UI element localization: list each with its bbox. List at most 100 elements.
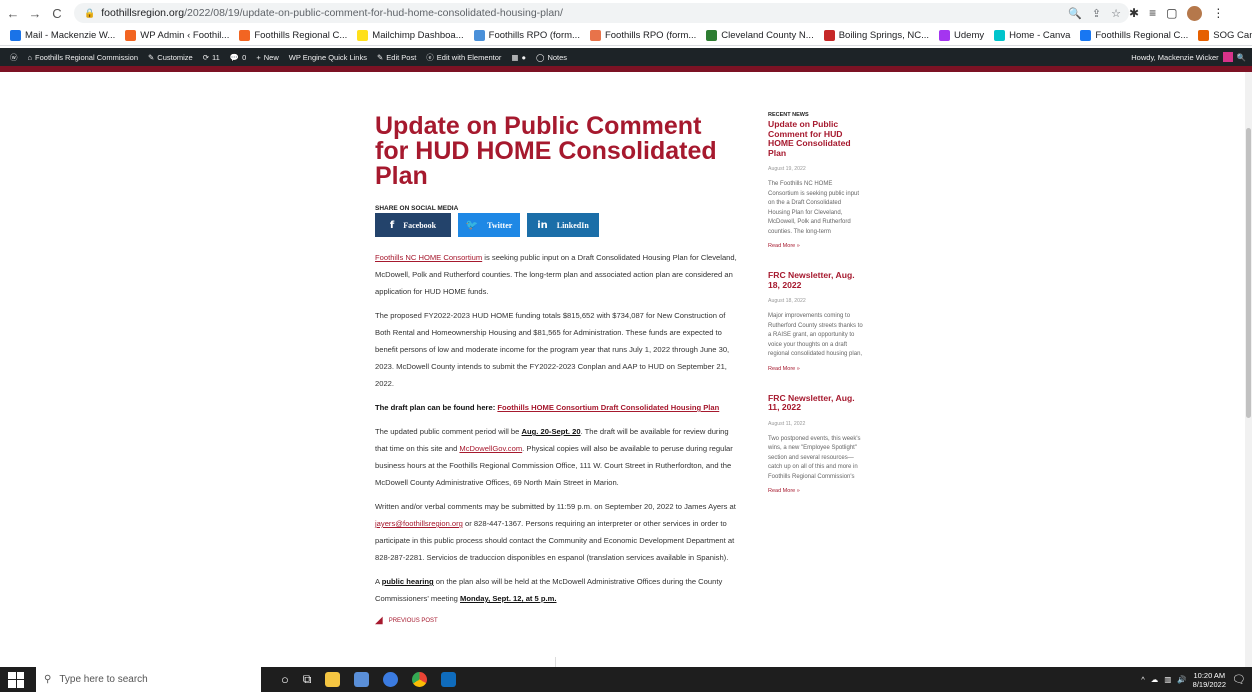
sidepanel-icon[interactable]: ▢ [1166, 6, 1177, 20]
mcdowellgov-link[interactable]: McDowellGov.com [459, 444, 522, 453]
forward-icon[interactable]: → [26, 4, 44, 22]
bookmark-favicon-icon [1080, 30, 1092, 41]
scrollbar-thumb[interactable] [1246, 128, 1251, 418]
bookmark-item[interactable]: Foothills RPO (form... [473, 30, 580, 41]
teams-icon[interactable] [383, 672, 399, 687]
bookmark-label: Cleveland County N... [721, 30, 814, 41]
clock-time: 10:20 AM [1193, 670, 1226, 680]
outlook-icon[interactable] [441, 672, 457, 687]
bookmark-item[interactable]: Foothills Regional C... [1080, 30, 1188, 41]
wp-account[interactable]: Howdy, Mackenzie Wicker 🔍 [1131, 52, 1246, 62]
windows-start-icon[interactable] [8, 671, 24, 688]
wp-extra[interactable]: ▦ ● [511, 53, 526, 62]
bookmark-item[interactable]: WP Admin ‹ Foothil... [125, 30, 229, 41]
bookmark-favicon-icon [239, 30, 251, 41]
network-icon[interactable]: ▥ [1164, 675, 1171, 684]
post-nav-divider [555, 657, 556, 667]
wp-new[interactable]: + New [256, 53, 278, 62]
bookmark-label: Foothills RPO (form... [488, 30, 580, 41]
twitter-icon: 🐦 [465, 219, 479, 231]
chevron-up-icon[interactable]: ^ [1141, 675, 1145, 684]
previous-post-link[interactable]: ◢ PREVIOUS POST [375, 615, 740, 626]
email-link[interactable]: jayers@foothillsregion.org [375, 519, 463, 528]
wp-updates[interactable]: ⟳ 11 [203, 53, 220, 62]
draft-plan-link[interactable]: Foothills HOME Consortium Draft Consolid… [497, 403, 719, 412]
bookmark-label: Mailchimp Dashboa... [372, 30, 464, 41]
chrome-icon[interactable] [412, 672, 428, 687]
file-explorer-icon[interactable] [325, 672, 341, 687]
news-item-excerpt: Major improvements coming to Rutherford … [768, 313, 863, 357]
notifications-icon[interactable]: 🗨 [1232, 673, 1246, 686]
reload-icon[interactable]: C [48, 4, 66, 22]
wp-comments[interactable]: 💬 0 [230, 53, 247, 62]
avatar [1222, 52, 1233, 62]
news-item-excerpt: The Foothills NC HOME Consortium is seek… [768, 181, 860, 235]
news-item-title[interactable]: Update on Public Comment for HUD HOME Co… [768, 119, 863, 158]
taskbar-search[interactable]: ⚲ Type here to search [36, 667, 261, 692]
page-scrollbar[interactable] [1245, 72, 1252, 667]
elementor-icon: ⓔ [426, 52, 434, 62]
bookmark-favicon-icon [706, 30, 718, 41]
plus-icon: + [256, 52, 261, 62]
address-bar[interactable]: 🔒 foothillsregion.org /2022/08/19/update… [74, 3, 1129, 23]
bookmark-label: Foothills Regional C... [1095, 30, 1189, 41]
sidebar-heading: RECENT NEWS [768, 112, 809, 118]
wp-site-link[interactable]: ⌂ Foothills Regional Commission [28, 53, 139, 62]
volume-icon[interactable]: 🔊 [1177, 675, 1186, 684]
paragraph-comments: Written and/or verbal comments may be su… [375, 502, 736, 562]
bookmark-item[interactable]: Mailchimp Dashboa... [357, 30, 464, 41]
bookmark-item[interactable]: Home - Canva [994, 30, 1070, 41]
share-twitter-button[interactable]: 🐦 Twitter [458, 213, 520, 237]
read-more-link[interactable]: Read More » [768, 366, 863, 372]
wp-notes[interactable]: ◯ Notes [536, 53, 567, 62]
wp-logo-icon[interactable]: ⓦ [10, 52, 18, 63]
home-icon: ⌂ [27, 52, 33, 62]
bookmark-favicon-icon [125, 30, 137, 41]
pencil-icon: ✎ [376, 52, 384, 62]
extensions-icon[interactable]: ✱ [1129, 6, 1139, 20]
menu-kebab-icon[interactable]: ⋮ [1212, 6, 1224, 20]
bookmark-label: Udemy [954, 30, 985, 41]
bookmark-item[interactable]: Mail - Mackenzie W... [10, 30, 115, 41]
wp-edit-post[interactable]: ✎ Edit Post [377, 53, 416, 62]
snip-icon[interactable] [354, 672, 370, 687]
back-icon[interactable]: ← [4, 4, 22, 22]
read-more-link[interactable]: Read More » [768, 243, 863, 249]
bookmark-item[interactable]: Cleveland County N... [706, 30, 814, 41]
wp-edit-elementor[interactable]: ⓔ Edit with Elementor [426, 52, 501, 63]
system-tray: ^ ☁ ▥ 🔊 10:20 AM 8/19/2022 🗨 [1141, 671, 1246, 689]
bookmark-item[interactable]: Foothills Regional C... [239, 30, 347, 41]
reading-list-icon[interactable]: ≡ [1149, 6, 1156, 20]
share-icon[interactable]: ⇪ [1092, 7, 1101, 20]
search-icon[interactable]: 🔍 [1237, 53, 1246, 62]
comment-period-dates: Aug. 20-Sept. 20 [521, 427, 581, 436]
wp-engine-links[interactable]: WP Engine Quick Links [289, 53, 367, 62]
news-item-title[interactable]: FRC Newsletter, Aug. 18, 2022 [768, 270, 863, 290]
notes-icon: ◯ [536, 52, 545, 62]
clock[interactable]: 10:20 AM 8/19/2022 [1193, 671, 1226, 689]
bookmark-favicon-icon [589, 30, 601, 41]
wp-customize[interactable]: ✎ Customize [148, 53, 193, 62]
bookmark-item[interactable]: Boiling Springs, NC... [823, 30, 929, 41]
news-item-title[interactable]: FRC Newsletter, Aug. 11, 2022 [768, 393, 863, 413]
star-icon[interactable]: ☆ [1111, 7, 1121, 20]
recent-news-sidebar: RECENT NEWS Update on Public Comment for… [768, 112, 863, 516]
share-linkedin-button[interactable]: in LinkedIn [527, 213, 599, 237]
url-path: /2022/08/19/update-on-public-comment-for… [184, 7, 563, 19]
profile-avatar[interactable] [1187, 5, 1203, 21]
zoom-icon[interactable]: 🔍 [1068, 7, 1082, 20]
bookmark-item[interactable]: Foothills RPO (form... [589, 30, 696, 41]
consortium-link[interactable]: Foothills NC HOME Consortium [375, 253, 482, 262]
bookmark-item[interactable]: Udemy [939, 30, 984, 41]
news-item: FRC Newsletter, Aug. 18, 2022 August 18,… [768, 270, 863, 372]
cortana-icon[interactable]: ○ [281, 672, 289, 687]
arrow-left-icon: ◢ [375, 615, 383, 626]
cloud-icon[interactable]: ☁ [1151, 675, 1159, 684]
bookmark-item[interactable]: SOG Canvas Dashb... [1198, 30, 1252, 41]
public-hearing-link[interactable]: public hearing [382, 577, 434, 586]
read-more-link[interactable]: Read More » [768, 488, 863, 494]
wp-admin-bar: ⓦ ⌂ Foothills Regional Commission ✎ Custom… [0, 48, 1252, 66]
news-item: FRC Newsletter, Aug. 11, 2022 August 11,… [768, 393, 863, 494]
share-facebook-button[interactable]: f Facebook [375, 213, 451, 237]
task-view-icon[interactable]: ⧉ [303, 672, 312, 687]
